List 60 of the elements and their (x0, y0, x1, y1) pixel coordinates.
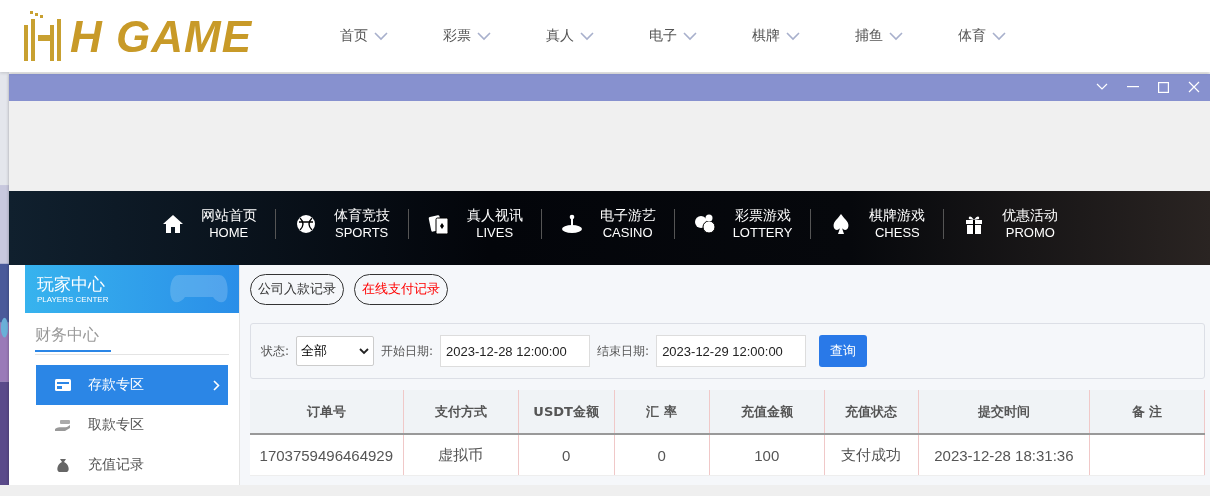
table-cell: 2023-12-28 18:31:36 (918, 434, 1090, 476)
nav-link[interactable]: 捕鱼 (855, 27, 958, 45)
column-header: 支付方式 (403, 390, 519, 434)
banner-nav-item[interactable]: 棋牌游戏 CHESS (825, 205, 930, 242)
minimize-icon[interactable] (1127, 86, 1139, 89)
chevron-down-icon[interactable] (1096, 83, 1108, 92)
column-header: 汇 率 (614, 390, 710, 434)
column-header: USDT金额 (518, 390, 615, 434)
nav-link[interactable]: 电子 (649, 27, 752, 45)
nav-link[interactable]: 棋牌 (752, 27, 855, 45)
record-tab[interactable]: 在线支付记录 (354, 273, 448, 305)
chevron-down-icon (359, 347, 370, 355)
column-header: 提交时间 (918, 390, 1090, 434)
section-title: 财务中心 (35, 321, 111, 352)
maximize-icon[interactable] (1158, 81, 1169, 93)
chevron-down-icon (683, 31, 697, 41)
record-tab[interactable]: 公司入款记录 (250, 273, 344, 305)
chevron-right-icon (213, 379, 220, 391)
chevron-down-icon (477, 31, 491, 41)
sidebar-title: 玩家中心 (37, 273, 105, 294)
banner-nav-item[interactable]: 彩票游戏 LOTTERY (688, 205, 797, 242)
banner-nav-item[interactable]: 优惠活动 PROMO (958, 205, 1063, 242)
column-header: 充值金额 (709, 390, 825, 434)
table-cell: 虚拟币 (403, 434, 519, 476)
column-header: 充值状态 (824, 390, 919, 434)
chevron-down-icon (580, 31, 594, 41)
status-select[interactable]: 全部 (296, 336, 375, 366)
chevron-down-icon (374, 31, 388, 41)
card-icon (54, 377, 72, 393)
chevron-down-icon (889, 31, 903, 41)
banner-nav-item[interactable]: 真人视讯 LIVES (422, 205, 527, 242)
column-header: 备 注 (1089, 390, 1205, 434)
nav-link[interactable]: 彩票 (443, 27, 546, 45)
table-cell: 支付成功 (824, 434, 919, 476)
status-label: 状态: (261, 342, 290, 360)
end-date-field[interactable]: 2023-12-29 12:00:00 (656, 335, 807, 367)
column-header: 订单号 (250, 390, 404, 434)
chevron-down-icon (786, 31, 800, 41)
table-cell: 100 (709, 434, 825, 476)
sidebar-item[interactable]: 充值记录 (36, 445, 228, 485)
nav-link[interactable]: 真人 (546, 27, 649, 45)
logo-text: H GAME (70, 13, 252, 61)
nav-link[interactable]: 体育 (958, 27, 1061, 45)
sidebar-item[interactable]: 取款专区 (36, 405, 228, 445)
nav-link[interactable]: 首页 (340, 27, 443, 45)
start-date-label: 开始日期: (381, 342, 434, 360)
hand-icon (54, 417, 72, 433)
end-date-label: 结束日期: (597, 342, 650, 360)
table-cell: 0 (614, 434, 710, 476)
banner-nav-item[interactable]: 电子游艺 CASINO (555, 205, 660, 242)
table-cell: 0 (518, 434, 615, 476)
banner-nav-item[interactable]: 网站首页 HOME (156, 205, 261, 242)
chevron-down-icon (992, 31, 1006, 41)
sidebar-item[interactable]: 存款专区 (36, 365, 228, 405)
sidebar-subtitle: PLAYERS CENTER (37, 293, 109, 305)
banner-nav-item[interactable]: 体育竞技 SPORTS (289, 205, 394, 242)
table-cell: 1703759496464929 (250, 434, 404, 476)
query-button[interactable]: 查询 (819, 335, 868, 367)
start-date-field[interactable]: 2023-12-28 12:00:00 (440, 335, 591, 367)
close-icon[interactable] (1188, 81, 1200, 94)
